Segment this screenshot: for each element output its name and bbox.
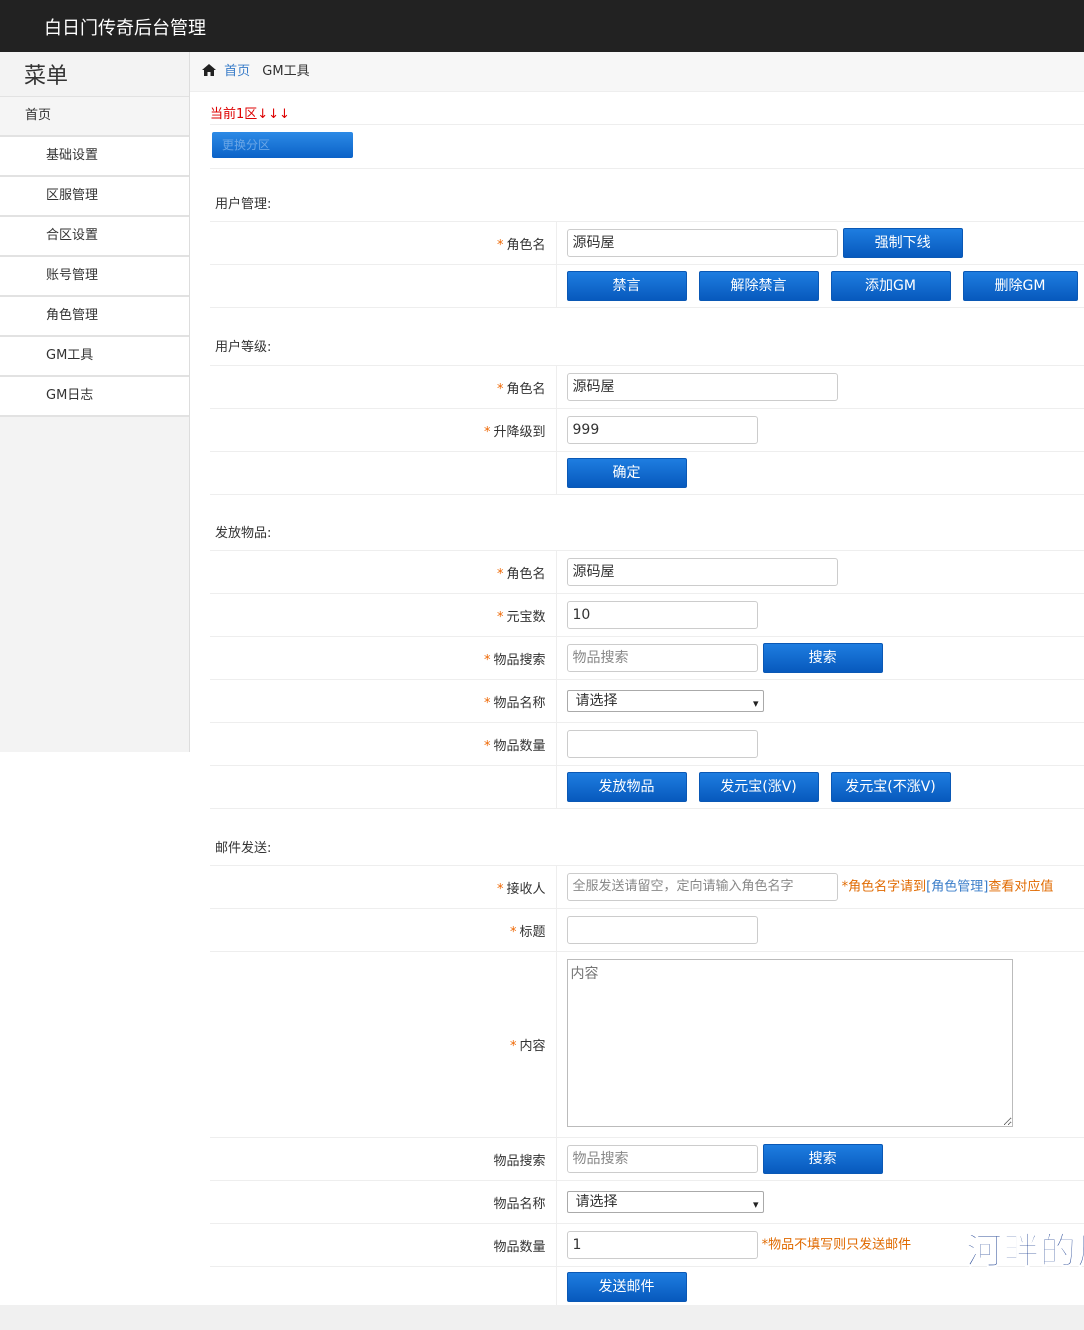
- section-title-user-manage: 用户管理:: [215, 197, 272, 212]
- field-label: * 物品数量: [210, 722, 557, 766]
- breadcrumb-home-link[interactable]: 首页: [224, 64, 250, 79]
- field-label: * 物品名称: [210, 679, 557, 723]
- level-input[interactable]: 999: [566, 416, 758, 444]
- send-mail-button[interactable]: 发送邮件: [566, 1271, 687, 1302]
- field-label: * 标题: [210, 908, 557, 952]
- sidebar-item-server-manage[interactable]: 区服管理: [0, 177, 189, 217]
- section-title-user-level: 用户等级:: [215, 340, 272, 355]
- field-label: [210, 1266, 557, 1307]
- divider: [210, 168, 1084, 169]
- field-label: * 升降级到: [210, 408, 557, 452]
- confirm-level-button[interactable]: 确定: [566, 458, 687, 488]
- home-icon: [202, 64, 216, 76]
- mail-item-name-select[interactable]: 请选择 ▾: [566, 1191, 764, 1213]
- field-label: * 元宝数: [210, 593, 557, 637]
- mail-item-quantity-input[interactable]: 1: [566, 1231, 758, 1259]
- field-label: [210, 264, 557, 308]
- sidebar-item-account-manage[interactable]: 账号管理: [0, 257, 189, 297]
- sidebar: 菜单 首页 基础设置 区服管理 合区设置 账号管理 角色管理 GM工具 GM日志: [0, 52, 190, 752]
- quantity-hint: *物品不填写则只发送邮件: [761, 1237, 912, 1253]
- items-role-name-input[interactable]: 源码屋: [566, 558, 838, 586]
- zone-box: 当前1区↓↓↓ 更换分区: [210, 104, 1084, 169]
- top-navbar: 白日门传奇后台管理: [0, 0, 1084, 52]
- level-role-name-input[interactable]: 源码屋: [566, 373, 838, 401]
- sidebar-item-role-manage[interactable]: 角色管理: [0, 297, 189, 337]
- current-zone-label: 当前1区↓↓↓: [210, 107, 290, 122]
- send-items-button[interactable]: 发放物品: [566, 772, 687, 802]
- force-offline-button[interactable]: 强制下线: [842, 228, 963, 258]
- mute-button[interactable]: 禁言: [566, 271, 687, 301]
- add-gm-button[interactable]: 添加GM: [830, 271, 951, 301]
- field-label: [210, 451, 557, 495]
- user-manage-form: * 角色名 源码屋 强制下线 禁言 解除禁言 添加GM 删除GM: [210, 221, 1084, 308]
- item-name-select[interactable]: 请选择 ▾: [566, 690, 764, 712]
- sidebar-item-home[interactable]: 首页: [0, 97, 189, 137]
- app-title: 白日门传奇后台管理: [44, 18, 206, 39]
- user-level-form: * 角色名 源码屋 * 升降级到 999 确定: [210, 365, 1084, 495]
- yuanbao-input[interactable]: 10: [566, 601, 758, 629]
- item-quantity-input[interactable]: [566, 730, 758, 758]
- field-label: 物品数量: [210, 1223, 557, 1267]
- bottom-strip: [0, 1305, 1084, 1330]
- section-title-mail: 邮件发送:: [215, 841, 272, 856]
- breadcrumb: 首页 GM工具: [190, 52, 1084, 92]
- role-name-input[interactable]: 源码屋: [566, 229, 838, 257]
- field-label: * 内容: [210, 951, 557, 1138]
- mail-item-search-input[interactable]: 物品搜索: [566, 1145, 758, 1173]
- item-search-input[interactable]: 物品搜索: [566, 644, 758, 672]
- remove-gm-button[interactable]: 删除GM: [962, 271, 1078, 301]
- field-label: * 角色名: [210, 221, 557, 265]
- main-content: 首页 GM工具 当前1区↓↓↓ 更换分区 用户管理: * 角色名 源码屋 强制下线…: [190, 52, 1084, 1330]
- menu-title: 菜单: [0, 52, 189, 97]
- sidebar-item-gm-tools[interactable]: GM工具: [0, 337, 189, 377]
- sidebar-item-basic-settings[interactable]: 基础设置: [0, 137, 189, 177]
- section-title-items: 发放物品:: [215, 526, 272, 541]
- mail-title-input[interactable]: [566, 916, 758, 944]
- items-form: * 角色名 源码屋 * 元宝数 10 * 物品搜索 物品搜索 搜索 * 物品名称 请选择…: [210, 550, 1084, 809]
- sidebar-item-merge-zone[interactable]: 合区设置: [0, 217, 189, 257]
- watermark: 河畔的風: [966, 1231, 1084, 1273]
- switch-zone-button[interactable]: 更换分区: [212, 132, 353, 158]
- sidebar-item-gm-log[interactable]: GM日志: [0, 377, 189, 417]
- item-search-button[interactable]: 搜索: [762, 643, 883, 673]
- field-label: 物品名称: [210, 1180, 557, 1224]
- send-yuanbao-vip-button[interactable]: 发元宝(涨V): [698, 772, 819, 802]
- mail-content-textarea[interactable]: [566, 958, 1013, 1127]
- field-label: * 物品搜索: [210, 636, 557, 680]
- chevron-down-icon: ▾: [752, 697, 759, 710]
- field-label: * 角色名: [210, 550, 557, 594]
- send-yuanbao-novip-button[interactable]: 发元宝(不涨V): [830, 772, 951, 802]
- role-manage-link[interactable]: [角色管理]: [926, 880, 988, 895]
- receiver-input[interactable]: 全服发送请留空，定向请输入角色名字: [566, 873, 838, 901]
- field-label: * 接收人: [210, 865, 557, 909]
- chevron-down-icon: ▾: [752, 1198, 759, 1211]
- divider: [210, 124, 1084, 125]
- field-label: * 角色名: [210, 365, 557, 409]
- unmute-button[interactable]: 解除禁言: [698, 271, 819, 301]
- field-label: [210, 765, 557, 809]
- field-label: 物品搜索: [210, 1137, 557, 1181]
- mail-item-search-button[interactable]: 搜索: [762, 1144, 883, 1174]
- mail-form: * 接收人 全服发送请留空，定向请输入角色名字 *角色名字请到[角色管理]查看对应…: [210, 865, 1084, 1307]
- breadcrumb-current: GM工具: [262, 64, 310, 79]
- receiver-hint: *角色名字请到[角色管理]查看对应值: [841, 879, 1054, 895]
